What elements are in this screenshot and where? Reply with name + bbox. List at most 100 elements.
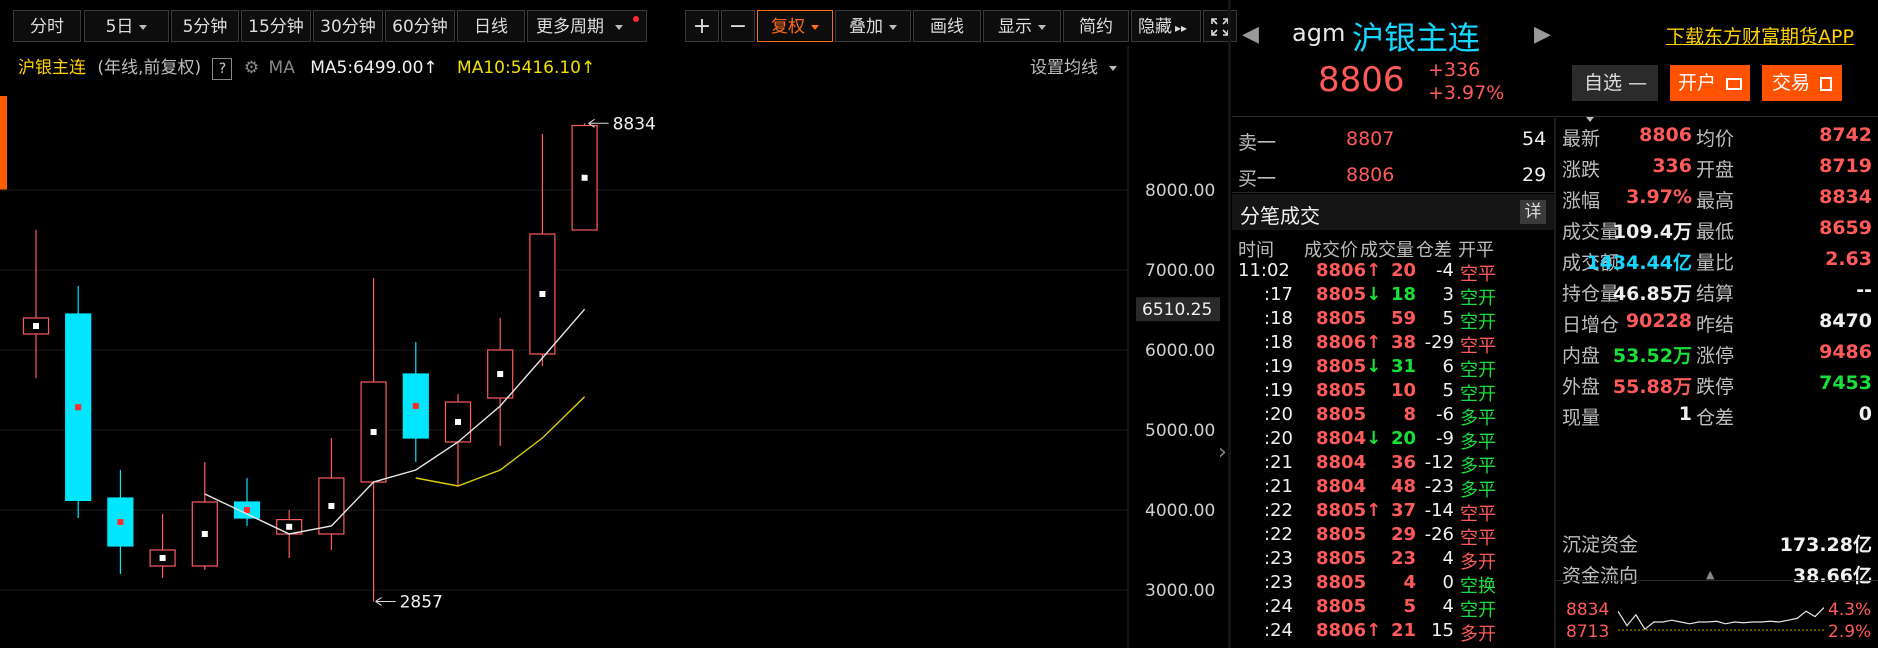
tick-row[interactable]: :18 8806↑ 38 -29 空平 — [1232, 332, 1554, 357]
stat-value: 1434.44亿 — [1586, 252, 1692, 274]
tick-type: 多平 — [1460, 480, 1496, 501]
stat-label: 量比 — [1696, 252, 1735, 274]
y-tick-label: 5000.00 — [1145, 421, 1215, 441]
tick-row[interactable]: :19 8805↓ 31 6 空开 — [1232, 356, 1554, 381]
tick-row[interactable]: :17 8805↓ 18 3 空开 — [1232, 284, 1554, 309]
tick-time: :20 — [1264, 428, 1293, 449]
candle-center-marker — [159, 555, 166, 561]
stats-row: 现量 1 仓差 0 — [1556, 401, 1878, 431]
tick-type: 空换 — [1460, 576, 1496, 597]
stat-value: 8806 — [1639, 124, 1692, 146]
orderbook-row[interactable]: 买一 8806 29 — [1232, 162, 1554, 194]
watchlist-dropdown[interactable]: 自选 — — [1572, 65, 1658, 122]
ticks-title: 分笔成交 — [1240, 204, 1320, 228]
fund-value: 173.28亿 — [1779, 534, 1872, 556]
mini-price-high: 8834 — [1566, 600, 1610, 620]
tick-row[interactable]: :23 8805 23 4 多开 — [1232, 548, 1554, 573]
minus-icon: — — [1628, 72, 1648, 94]
orderbook-price: 8807 — [1346, 128, 1395, 150]
prev-symbol-icon[interactable]: ◀ — [1242, 22, 1259, 47]
tick-oi-change: -29 — [1424, 332, 1454, 353]
tick-row[interactable]: :20 8804↓ 20 -9 多平 — [1232, 428, 1554, 453]
stat-value: 90228 — [1625, 310, 1692, 332]
next-symbol-icon[interactable]: ▶ — [1534, 22, 1551, 47]
stat-value: 8834 — [1819, 186, 1872, 208]
stat-label: 均价 — [1696, 128, 1735, 150]
tick-row[interactable]: 11:02 8806↑ 20 -4 空平 — [1232, 260, 1554, 285]
symbol-name: 沪银主连 — [1352, 19, 1481, 57]
tick-price: 8805↓ — [1316, 284, 1382, 305]
ticks-col-header: 成交量 — [1360, 240, 1414, 261]
orderbook-label: 买一 — [1238, 168, 1277, 190]
tick-volume: 5 — [1403, 596, 1416, 617]
tick-oi-change: 0 — [1442, 572, 1454, 593]
stat-value: 8719 — [1819, 155, 1872, 177]
stat-label: 外盘 — [1562, 376, 1601, 398]
tick-oi-change: 6 — [1442, 356, 1454, 377]
stats-row: 最新 8806 均价 8742 — [1556, 122, 1878, 152]
tick-row[interactable]: :23 8805 4 0 空换 — [1232, 572, 1554, 597]
stat-value: 8659 — [1819, 217, 1872, 239]
tick-row[interactable]: :24 8806↑ 21 15 多开 — [1232, 620, 1554, 645]
price-tag-label: 6510.25 — [1142, 300, 1212, 320]
tick-row[interactable]: :22 8805 29 -26 空平 — [1232, 524, 1554, 549]
candle-center-marker — [201, 531, 208, 537]
candle — [318, 438, 345, 550]
orderbook-row[interactable]: 卖一 8807 54 — [1232, 126, 1554, 158]
tick-price: 8804 — [1316, 476, 1367, 497]
candle-center-marker — [370, 429, 377, 435]
stat-label: 昨结 — [1696, 314, 1735, 336]
tick-row[interactable]: :20 8805 8 -6 多平 — [1232, 404, 1554, 429]
download-app-link[interactable]: 下载东方财富期货APP — [1666, 22, 1854, 49]
y-tick-label: 7000.00 — [1145, 261, 1215, 281]
mini-price-line — [1618, 607, 1824, 631]
open-account-label: 开户 — [1677, 72, 1716, 94]
stats-row: 外盘 55.88万 跌停 7453 — [1556, 370, 1878, 400]
expand-arrow-icon[interactable]: ▲ — [1706, 568, 1714, 581]
tick-price: 8805 — [1316, 596, 1367, 617]
mini-intraday-chart[interactable] — [1618, 600, 1824, 648]
tick-oi-change: 5 — [1442, 308, 1454, 329]
tick-volume: 48 — [1390, 476, 1416, 497]
tick-row[interactable]: :19 8805 10 5 空开 — [1232, 380, 1554, 405]
stat-label: 跌停 — [1696, 376, 1735, 398]
tick-oi-change: 3 — [1442, 284, 1454, 305]
candlestick-chart[interactable]: 3000.00 4000.00 5000.00 6000.00 7000.00 8000.… — [0, 0, 1228, 648]
tick-row[interactable]: :18 8805 59 5 空开 — [1232, 308, 1554, 333]
tick-oi-change: -12 — [1424, 452, 1454, 473]
tick-oi-change: -9 — [1436, 428, 1454, 449]
stat-value: 7453 — [1819, 372, 1872, 394]
tick-row[interactable]: :22 8805↑ 37 -14 空平 — [1232, 500, 1554, 525]
candle-center-marker — [497, 371, 504, 377]
tick-type: 空开 — [1460, 384, 1496, 405]
stat-value: 46.85万 — [1612, 283, 1692, 305]
tick-volume: 21 — [1390, 620, 1416, 641]
tick-row[interactable]: :21 8804 48 -23 多平 — [1232, 476, 1554, 501]
tick-row[interactable]: :24 8805 5 4 空开 — [1232, 596, 1554, 621]
arrow-down-icon: ↓ — [1366, 428, 1382, 449]
candle-center-marker — [455, 419, 461, 425]
trade-button[interactable]: 交易 — [1762, 65, 1842, 101]
candle — [65, 286, 92, 518]
trade-label: 交易 — [1771, 72, 1810, 94]
tick-time: :17 — [1264, 284, 1293, 305]
tick-type: 多平 — [1460, 408, 1496, 429]
tick-type: 多平 — [1460, 432, 1496, 453]
candle-center-marker — [33, 323, 39, 329]
stat-value: 109.4万 — [1612, 221, 1692, 243]
stat-label: 涨幅 — [1562, 190, 1601, 212]
tick-oi-change: -6 — [1436, 404, 1454, 425]
collapse-handle-icon[interactable]: › — [1218, 440, 1227, 465]
open-account-button[interactable]: 开户 — [1670, 65, 1750, 101]
stat-value: 8470 — [1819, 310, 1872, 332]
ticks-detail-button[interactable]: 详 — [1520, 200, 1546, 224]
candle-center-marker — [539, 291, 546, 297]
tick-row[interactable]: :21 8804 36 -12 多平 — [1232, 452, 1554, 477]
y-tick-label: 3000.00 — [1145, 581, 1215, 601]
stat-value: 336 — [1652, 155, 1692, 177]
tick-price: 8805 — [1316, 572, 1367, 593]
panel-divider — [1228, 0, 1231, 648]
candle-center-marker — [286, 523, 293, 530]
tick-volume: 36 — [1390, 452, 1416, 473]
stat-label: 内盘 — [1562, 345, 1601, 367]
